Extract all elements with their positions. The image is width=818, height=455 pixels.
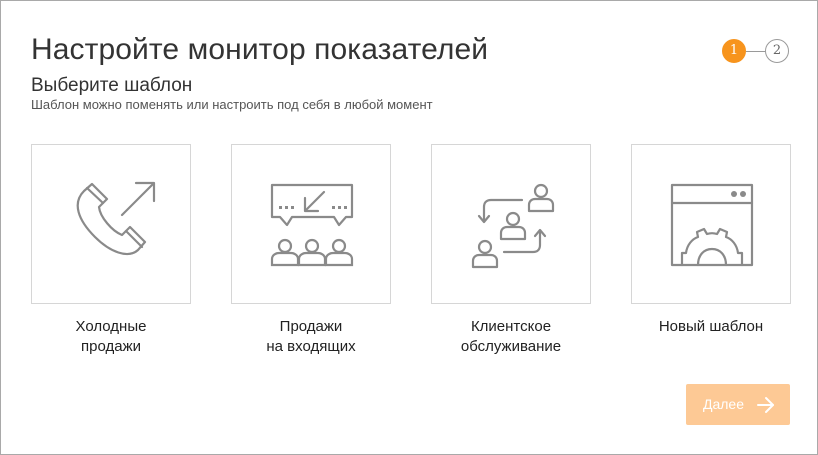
step-connector xyxy=(746,51,766,52)
template-card-cold-sales[interactable] xyxy=(31,144,191,304)
template-label-customer-service: Клиентское обслуживание xyxy=(460,318,562,355)
page-title: Настройте монитор показателей xyxy=(31,33,489,66)
next-button-label: Далее xyxy=(703,396,745,412)
next-button[interactable]: Далее xyxy=(686,384,790,425)
setup-dialog: Настройте монитор показателей Выберите ш… xyxy=(0,0,818,455)
customer-exchange-icon xyxy=(471,183,555,269)
template-card-new-template[interactable] xyxy=(631,144,791,304)
step-2-badge[interactable]: 2 xyxy=(765,39,789,63)
window-gear-icon xyxy=(670,183,754,267)
template-label-new-template: Новый шаблон xyxy=(658,318,764,335)
step-indicator: 1 2 xyxy=(721,39,791,65)
incoming-chat-audience-icon xyxy=(270,183,354,267)
arrow-right-icon xyxy=(757,397,774,413)
section-subtitle: Выберите шаблон xyxy=(31,75,193,96)
template-card-incoming-sales[interactable] xyxy=(231,144,391,304)
template-label-cold-sales: Холодные продажи xyxy=(75,318,147,355)
phone-outgoing-icon xyxy=(76,181,156,255)
template-card-customer-service[interactable] xyxy=(431,144,591,304)
template-label-incoming-sales: Продажи на входящих xyxy=(266,318,356,355)
section-hint: Шаблон можно поменять или настроить под … xyxy=(31,97,433,112)
step-1-badge: 1 xyxy=(722,39,746,63)
